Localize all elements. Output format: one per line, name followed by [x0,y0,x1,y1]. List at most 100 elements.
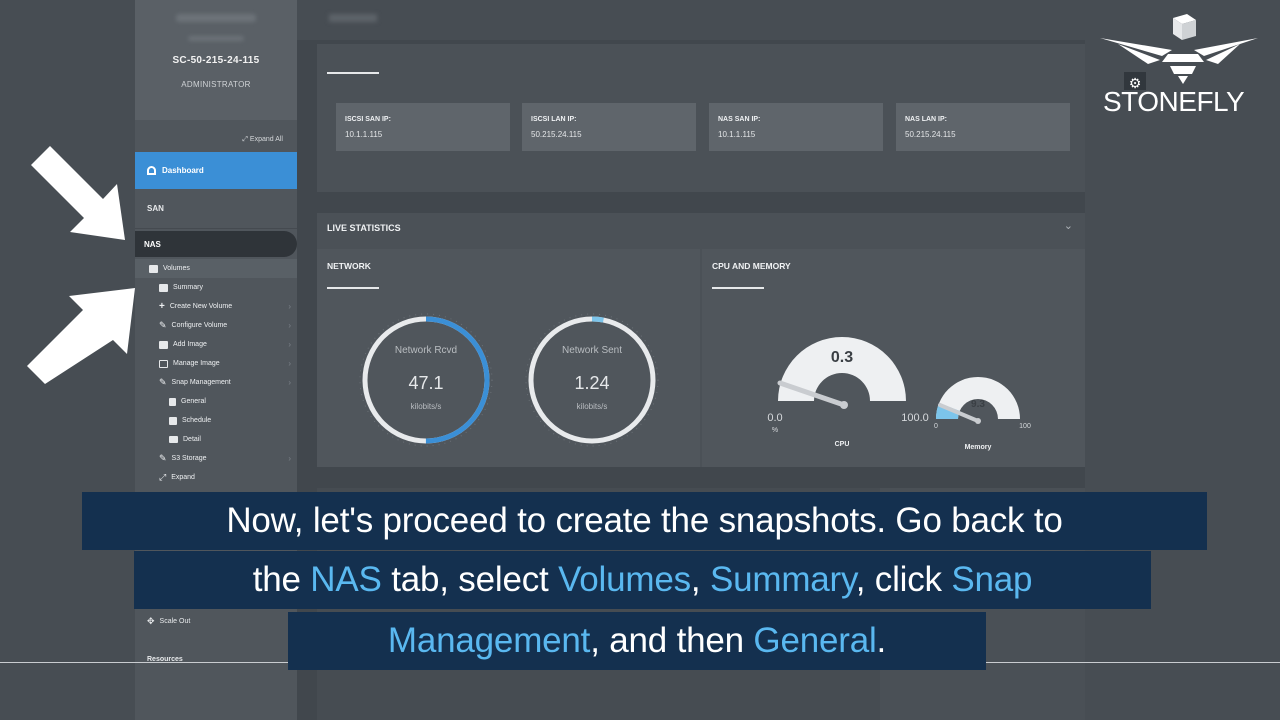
sidebar-item-manage-image[interactable]: Manage Image › [135,354,297,373]
ip-value: 10.1.1.115 [345,130,383,139]
network-rcvd-value: 47.1 [408,373,444,393]
sidebar-item-expand[interactable]: ⤢ Expand [135,468,297,487]
sidebar-item-s3-storage[interactable]: ✎ S3 Storage › [135,449,297,468]
hostname: SC-50-215-24-115 [172,55,260,66]
ip-value: 10.1.1.115 [718,130,756,139]
sidebar-item-schedule[interactable]: Schedule [135,411,297,430]
cpu-unit: % [771,427,779,434]
sidebar-item-add-image[interactable]: Add Image › [135,335,297,354]
caption-text: . [876,621,887,660]
manage-image-label: Manage Image [173,360,220,367]
stonefly-logo-text: STONEFLY [1103,86,1245,117]
memory-label: Memory [964,444,992,451]
arrow-down-right-icon [31,146,125,240]
san-label: SAN [147,204,164,213]
ip-card: ISCSI SAN IP: 10.1.1.115 [336,103,510,151]
cpu-memory-title: CPU AND MEMORY [712,261,791,271]
sidebar-item-general[interactable]: General [135,392,297,411]
ip-label: NAS LAN IP: [905,116,947,123]
create-new-volume-label: Create New Volume [169,303,233,310]
sidebar-item-scale-out[interactable]: ✥ Scale Out [147,616,190,627]
caption-text: the [252,560,311,599]
scale-out-label: Scale Out [159,618,191,625]
live-statistics-title: LIVE STATISTICS [327,223,401,233]
chevron-right-icon: › [288,321,291,330]
sidebar-item-snap-management[interactable]: ✎ Snap Management › [135,373,297,392]
caption-text: , [690,560,710,599]
caption-highlight-general: General [753,621,877,660]
section-underline [327,287,379,289]
sidebar-profile: SC-50-215-24-115 ADMINISTRATOR [135,0,297,120]
network-sent-unit: kilobits/s [576,402,608,411]
memory-min: 0 [934,423,938,430]
memory-max: 100 [1019,423,1031,430]
sidebar-item-detail[interactable]: Detail [135,430,297,449]
sidebar-item-nas[interactable]: NAS [135,231,297,257]
cpu-value: 0.3 [830,349,854,366]
chevron-down-icon[interactable]: ⌄ [1064,219,1073,232]
sidebar-item-dashboard[interactable]: Dashboard [135,152,297,189]
ip-card: NAS SAN IP: 10.1.1.115 [709,103,883,151]
move-icon: ✥ [147,616,155,626]
summary-label: Summary [173,284,203,291]
sidebar-item-configure-volume[interactable]: ✎ Configure Volume › [135,316,297,335]
list-icon [159,283,168,292]
caption-text: , and then [590,621,754,660]
chevron-right-icon: › [288,340,291,349]
caption-text: , click [855,560,952,599]
ip-value: 50.215.24.115 [531,130,582,139]
caption-highlight-management: Management [387,621,591,660]
ip-card: NAS LAN IP: 50.215.24.115 [896,103,1070,151]
cpu-memory-box: CPU AND MEMORY 0.3 0.0 % 100.0 CPU 9.3 0… [702,249,1085,467]
add-image-label: Add Image [173,341,207,348]
arrow-up-right-icon [27,288,135,384]
caption-line-3: Management, and then General. [288,612,986,670]
caption-text: tab, select [381,560,559,599]
page-header [297,0,1085,40]
sidebar-item-san[interactable]: SAN [135,189,297,229]
dashboard-label: Dashboard [162,166,204,175]
blurred-page-title [329,14,377,22]
caption-line-1: Now, let's proceed to create the snapsho… [82,492,1207,550]
nas-label: NAS [144,239,161,249]
network-box: NETWORK Network Rcvd 47.1 kilobits/s Net… [317,249,700,467]
general-label: General [181,398,206,405]
folder-icon [169,436,178,443]
caption-line-2: the NAS tab, select Volumes, Summary, cl… [134,551,1151,609]
pointer-arrows [27,146,135,384]
s3-storage-label: S3 Storage [171,455,207,462]
chevron-right-icon: › [288,359,291,368]
detail-label: Detail [183,436,201,443]
edit-icon: ✎ [159,377,167,387]
edit-icon: ✎ [159,453,167,463]
stonefly-logo-icon: ⚙ [1100,14,1258,90]
caption-highlight-summary: Summary [709,560,856,599]
wrench-icon: ✎ [159,320,167,330]
live-statistics-panel: LIVE STATISTICS ⌄ NETWORK Network Rcvd 4… [317,213,1085,467]
ip-label: ISCSI LAN IP: [531,116,577,123]
blurred-brand [176,14,256,22]
expand-all-link[interactable]: ⤢ Expand All [135,120,297,152]
sidebar-item-volumes[interactable]: Volumes [135,259,297,278]
ip-label: ISCSI SAN IP: [345,116,391,123]
ip-value: 50.215.24.115 [905,130,956,139]
chevron-right-icon: › [288,302,291,311]
resize-icon: ⤢ [159,472,167,482]
sidebar-item-summary[interactable]: Summary [135,278,297,297]
network-sent-label: Network Sent [561,345,623,356]
cpu-gauge [777,337,906,409]
caption-highlight-snap: Snap [951,560,1033,599]
expand-label: Expand [171,474,195,481]
cpu-min: 0.0 [767,412,783,424]
section-underline [712,287,764,289]
sidebar: SC-50-215-24-115 ADMINISTRATOR ⤢ Expand … [135,0,297,720]
volumes-label: Volumes [163,265,190,272]
database-icon [149,264,158,273]
file-icon [169,397,176,406]
schedule-label: Schedule [182,417,212,424]
ip-label: NAS SAN IP: [718,116,761,123]
caption-text: Now, let's proceed to create the snapsho… [226,501,1063,540]
sidebar-item-create-new-volume[interactable]: + Create New Volume › [135,297,297,316]
expand-all-label: Expand All [249,136,283,143]
configure-volume-label: Configure Volume [171,322,228,329]
